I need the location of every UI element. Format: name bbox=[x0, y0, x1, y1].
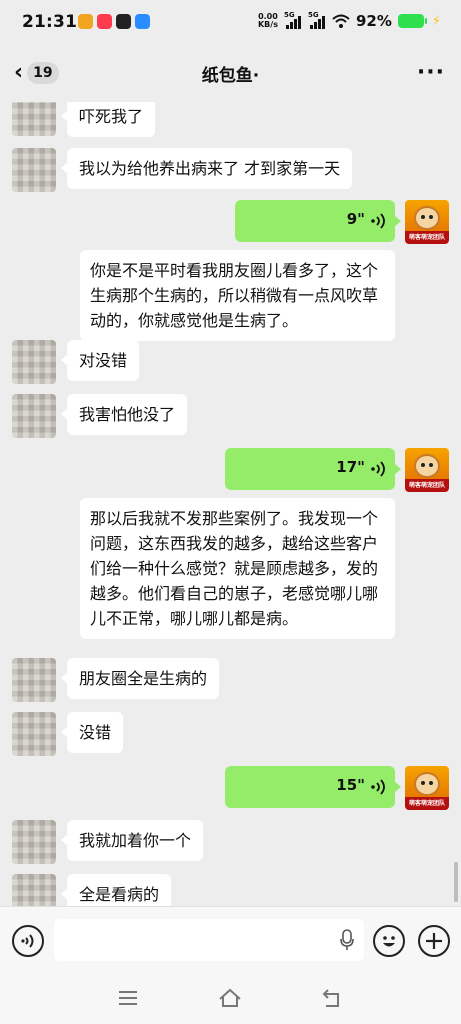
net-speed: 0.00 KB/s bbox=[258, 13, 278, 29]
input-bar bbox=[0, 906, 461, 972]
message-bubble[interactable]: 朋友圈全是生病的 bbox=[60, 658, 220, 699]
self-avatar-label: 萌客萌宠团队 bbox=[408, 800, 445, 807]
voice-message[interactable]: 9" bbox=[235, 200, 401, 242]
plus-icon bbox=[426, 933, 442, 949]
signal-icon: 5G bbox=[308, 11, 326, 29]
message-bubble[interactable]: 我害怕他没了 bbox=[60, 394, 188, 435]
voice-message[interactable]: 15" bbox=[225, 766, 401, 808]
message-bubble[interactable]: 我就加着你一个 bbox=[60, 820, 204, 861]
contact-avatar[interactable] bbox=[12, 148, 56, 192]
system-nav-bar bbox=[0, 972, 461, 1024]
self-avatar[interactable]: 萌客萌宠团队 bbox=[405, 448, 449, 492]
status-bar: 21:31 0.00 KB/s 5G 5G 92% ⚡ bbox=[0, 0, 461, 46]
voice-wave-icon bbox=[21, 934, 34, 948]
signal-icon: 5G bbox=[284, 11, 302, 29]
voice-duration: 15" bbox=[336, 776, 365, 794]
voice-wave-icon bbox=[371, 779, 385, 795]
more-functions-button[interactable] bbox=[418, 925, 450, 957]
voice-transcript[interactable]: 你是不是平时看我朋友圈儿看多了，这个生病那个生病的，所以稍微有一点风吹草动的，你… bbox=[80, 250, 395, 341]
app-notification-icon bbox=[116, 14, 131, 29]
microphone-icon[interactable] bbox=[340, 929, 354, 951]
wifi-icon bbox=[332, 14, 350, 28]
voice-transcript[interactable]: 那以后我就不发那些案例了。我发现一个问题，这东西我发的越多，越给这些客户们给一种… bbox=[80, 498, 395, 639]
contact-avatar[interactable] bbox=[12, 102, 56, 136]
message-bubble[interactable]: 对没错 bbox=[60, 340, 140, 381]
app-notification-icon bbox=[135, 14, 150, 29]
emoji-button[interactable] bbox=[373, 925, 405, 957]
app-notification-icon bbox=[78, 14, 93, 29]
message-bubble[interactable]: 没错 bbox=[60, 712, 124, 753]
self-avatar-label: 萌客萌宠团队 bbox=[408, 234, 445, 241]
message-bubble[interactable]: 我以为给他养出病来了 才到家第一天 bbox=[60, 148, 353, 189]
battery-icon bbox=[397, 14, 427, 28]
voice-wave-icon bbox=[371, 213, 385, 229]
status-app-icons bbox=[78, 14, 150, 29]
self-avatar[interactable]: 萌客萌宠团队 bbox=[405, 200, 449, 244]
voice-wave-icon bbox=[371, 461, 385, 477]
status-right: 0.00 KB/s 5G 5G 92% ⚡ bbox=[258, 11, 441, 30]
voice-duration: 17" bbox=[336, 458, 365, 476]
message-list[interactable]: 吓死我了 我以为给他养出病来了 才到家第一天 萌客萌宠团队 9" 你是不是平时看… bbox=[0, 102, 461, 906]
charging-icon: ⚡ bbox=[431, 13, 441, 29]
net-speed-unit: KB/s bbox=[257, 20, 278, 29]
emoji-icon bbox=[383, 936, 395, 947]
self-avatar-label: 萌客萌宠团队 bbox=[408, 482, 445, 489]
scrollbar[interactable] bbox=[454, 862, 458, 902]
voice-message[interactable]: 17" bbox=[225, 448, 401, 490]
voice-duration: 9" bbox=[346, 210, 365, 228]
chat-header: ‹ 19 纸包鱼· ··· bbox=[0, 46, 461, 102]
contact-avatar[interactable] bbox=[12, 394, 56, 438]
menu-icon[interactable] bbox=[116, 986, 140, 1010]
battery-percent: 92% bbox=[355, 12, 392, 30]
message-input[interactable] bbox=[54, 919, 364, 961]
status-time: 21:31 bbox=[22, 12, 78, 32]
contact-avatar[interactable] bbox=[12, 340, 56, 384]
contact-avatar[interactable] bbox=[12, 820, 56, 864]
app-notification-icon bbox=[97, 14, 112, 29]
back-icon[interactable] bbox=[320, 986, 344, 1010]
home-icon[interactable] bbox=[218, 986, 242, 1010]
more-dots-icon[interactable]: ··· bbox=[417, 60, 445, 85]
contact-avatar[interactable] bbox=[12, 658, 56, 702]
contact-avatar[interactable] bbox=[12, 712, 56, 756]
voice-input-button[interactable] bbox=[12, 925, 44, 957]
contact-avatar[interactable] bbox=[12, 874, 56, 906]
message-bubble[interactable]: 吓死我了 bbox=[60, 102, 156, 137]
message-bubble[interactable]: 全是看病的 bbox=[60, 874, 172, 906]
self-avatar[interactable]: 萌客萌宠团队 bbox=[405, 766, 449, 810]
chat-title: 纸包鱼· bbox=[201, 66, 260, 86]
